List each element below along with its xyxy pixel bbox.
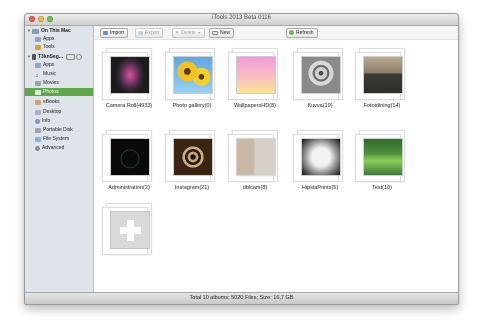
app-window: iTools 2013 Beta 0116 ▼ On This Mac Apps… <box>24 13 459 305</box>
toolbar: Import Export ✕ Delete ▼ New Refresh <box>94 26 458 40</box>
album-item[interactable]: dblcam(8) <box>225 127 285 197</box>
sidebar-item-info[interactable]: Info <box>35 117 50 125</box>
album-item[interactable]: WallpapersHD(8) <box>225 45 285 115</box>
sidebar-item-file-system[interactable]: File System <box>35 135 69 143</box>
import-icon <box>103 30 108 35</box>
title-bar: iTools 2013 Beta 0116 <box>25 14 458 26</box>
eject-icon[interactable] <box>76 54 83 60</box>
delete-button[interactable]: ✕ Delete ▼ <box>172 27 206 38</box>
album-thumbnail <box>173 56 213 94</box>
album-grid: Camera Roll(4933) Photo gallery(0) Wallp… <box>94 40 458 292</box>
refresh-button[interactable]: Refresh <box>286 27 318 38</box>
sidebar-item-photos[interactable]: Photos <box>25 88 93 96</box>
album-thumbnail <box>110 138 150 176</box>
album-thumbnail <box>173 138 213 176</box>
album-thumbnail <box>236 138 276 176</box>
sidebar-item-ebooks[interactable]: eBooks <box>35 98 60 106</box>
album-item[interactable]: Test(10) <box>352 127 412 197</box>
album-item[interactable]: Camera Roll(4933) <box>99 45 159 115</box>
album-item[interactable]: Kuvva(19) <box>290 45 350 115</box>
photos-icon <box>35 89 41 95</box>
folder-icon <box>35 136 41 142</box>
iphone-icon <box>32 54 36 60</box>
mac-icon <box>32 28 39 34</box>
sidebar-item-portable-disk[interactable]: Portable Disk <box>35 126 73 134</box>
sidebar-item-tools[interactable]: Tools <box>35 43 55 51</box>
new-album-icon <box>212 30 218 35</box>
album-placeholder <box>110 211 150 249</box>
info-icon <box>35 118 40 124</box>
album-item[interactable]: Photo gallery(0) <box>162 45 222 115</box>
sidebar-item-music[interactable]: ♫ Music <box>35 70 56 79</box>
album-item[interactable]: Instagram(21) <box>162 127 222 197</box>
delete-icon: ✕ <box>175 29 180 36</box>
sidebar-item-mac-apps[interactable]: Apps <box>35 35 54 43</box>
album-item[interactable]: HipstaPrints(5) <box>290 127 350 197</box>
album-thumbnail <box>301 56 341 94</box>
export-button[interactable]: Export <box>135 27 164 38</box>
album-thumbnail <box>363 56 403 94</box>
ebooks-icon <box>35 99 41 105</box>
sidebar-group-on-this-mac[interactable]: ▼ On This Mac <box>26 27 71 35</box>
sidebar-group-device[interactable]: ▼ T3knSeg... <box>26 53 83 61</box>
gear-icon <box>35 145 40 151</box>
import-button[interactable]: Import <box>100 27 129 38</box>
refresh-icon <box>289 30 294 35</box>
apps-icon <box>35 36 41 42</box>
disk-icon <box>35 127 41 133</box>
album-thumbnail <box>110 56 150 94</box>
album-item[interactable]: Fotoidining(14) <box>352 45 412 115</box>
add-album-button[interactable] <box>99 200 159 270</box>
sidebar-item-desktop[interactable]: Desktop <box>35 108 61 116</box>
movies-icon <box>35 80 41 86</box>
desktop-icon <box>35 109 41 115</box>
sidebar-item-advanced[interactable]: Advanced <box>35 144 64 152</box>
sidebar-item-movies[interactable]: Movies <box>35 79 59 87</box>
album-thumbnail <box>363 138 403 176</box>
window-title: iTools 2013 Beta 0116 <box>212 15 271 21</box>
album-thumbnail <box>301 138 341 176</box>
sidebar-item-apps[interactable]: Apps <box>35 61 54 69</box>
chevron-down-icon: ▼ <box>197 30 202 35</box>
music-icon: ♫ <box>35 72 39 79</box>
new-button[interactable]: New <box>209 27 235 38</box>
apps-icon <box>35 62 41 68</box>
sidebar: ▼ On This Mac Apps Tools ▼ T3knSeg... Ap… <box>25 26 94 292</box>
album-thumbnail <box>236 56 276 94</box>
sync-icon[interactable] <box>66 54 76 60</box>
status-bar: Total 10 albums; 5020 Files; Size: 16,7 … <box>25 292 458 304</box>
tools-icon <box>35 44 41 50</box>
album-item[interactable]: Administration(2) <box>99 127 159 197</box>
export-icon <box>138 30 143 35</box>
